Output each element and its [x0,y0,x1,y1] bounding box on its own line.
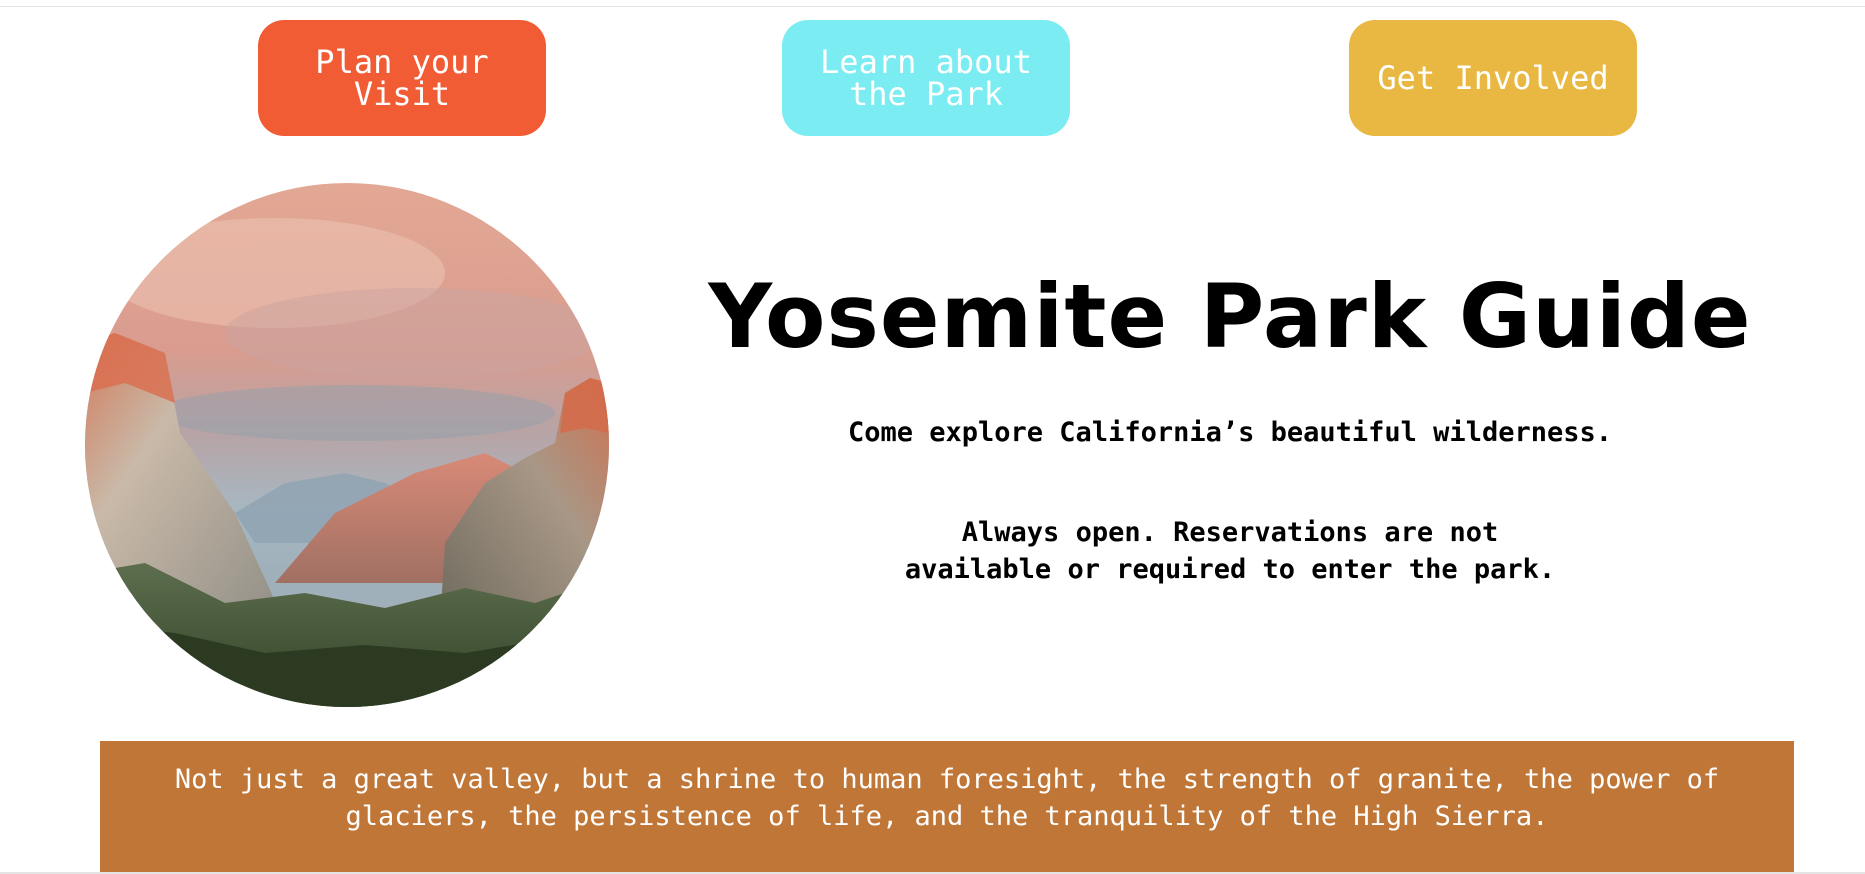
yosemite-valley-image [85,183,609,707]
page-subtitle: Come explore California’s beautiful wild… [847,417,1612,448]
park-hours-text: Always open. Reservations are not availa… [904,517,1556,585]
learn-about-park-button[interactable]: Learn about the Park [782,20,1070,136]
top-divider [0,6,1865,7]
quote-text: Not just a great valley, but a shrine to… [174,764,1720,832]
get-involved-button[interactable]: Get Involved [1349,20,1637,136]
learn-about-park-label: Learn about the Park [820,43,1032,113]
plan-your-visit-button[interactable]: Plan your Visit [258,20,546,136]
get-involved-label: Get Involved [1377,59,1609,97]
page-title: Yosemite Park Guide [708,265,1752,368]
quote-banner: Not just a great valley, but a shrine to… [100,741,1794,874]
yosemite-valley-photo-icon [85,183,609,707]
plan-your-visit-label: Plan your Visit [315,43,489,113]
